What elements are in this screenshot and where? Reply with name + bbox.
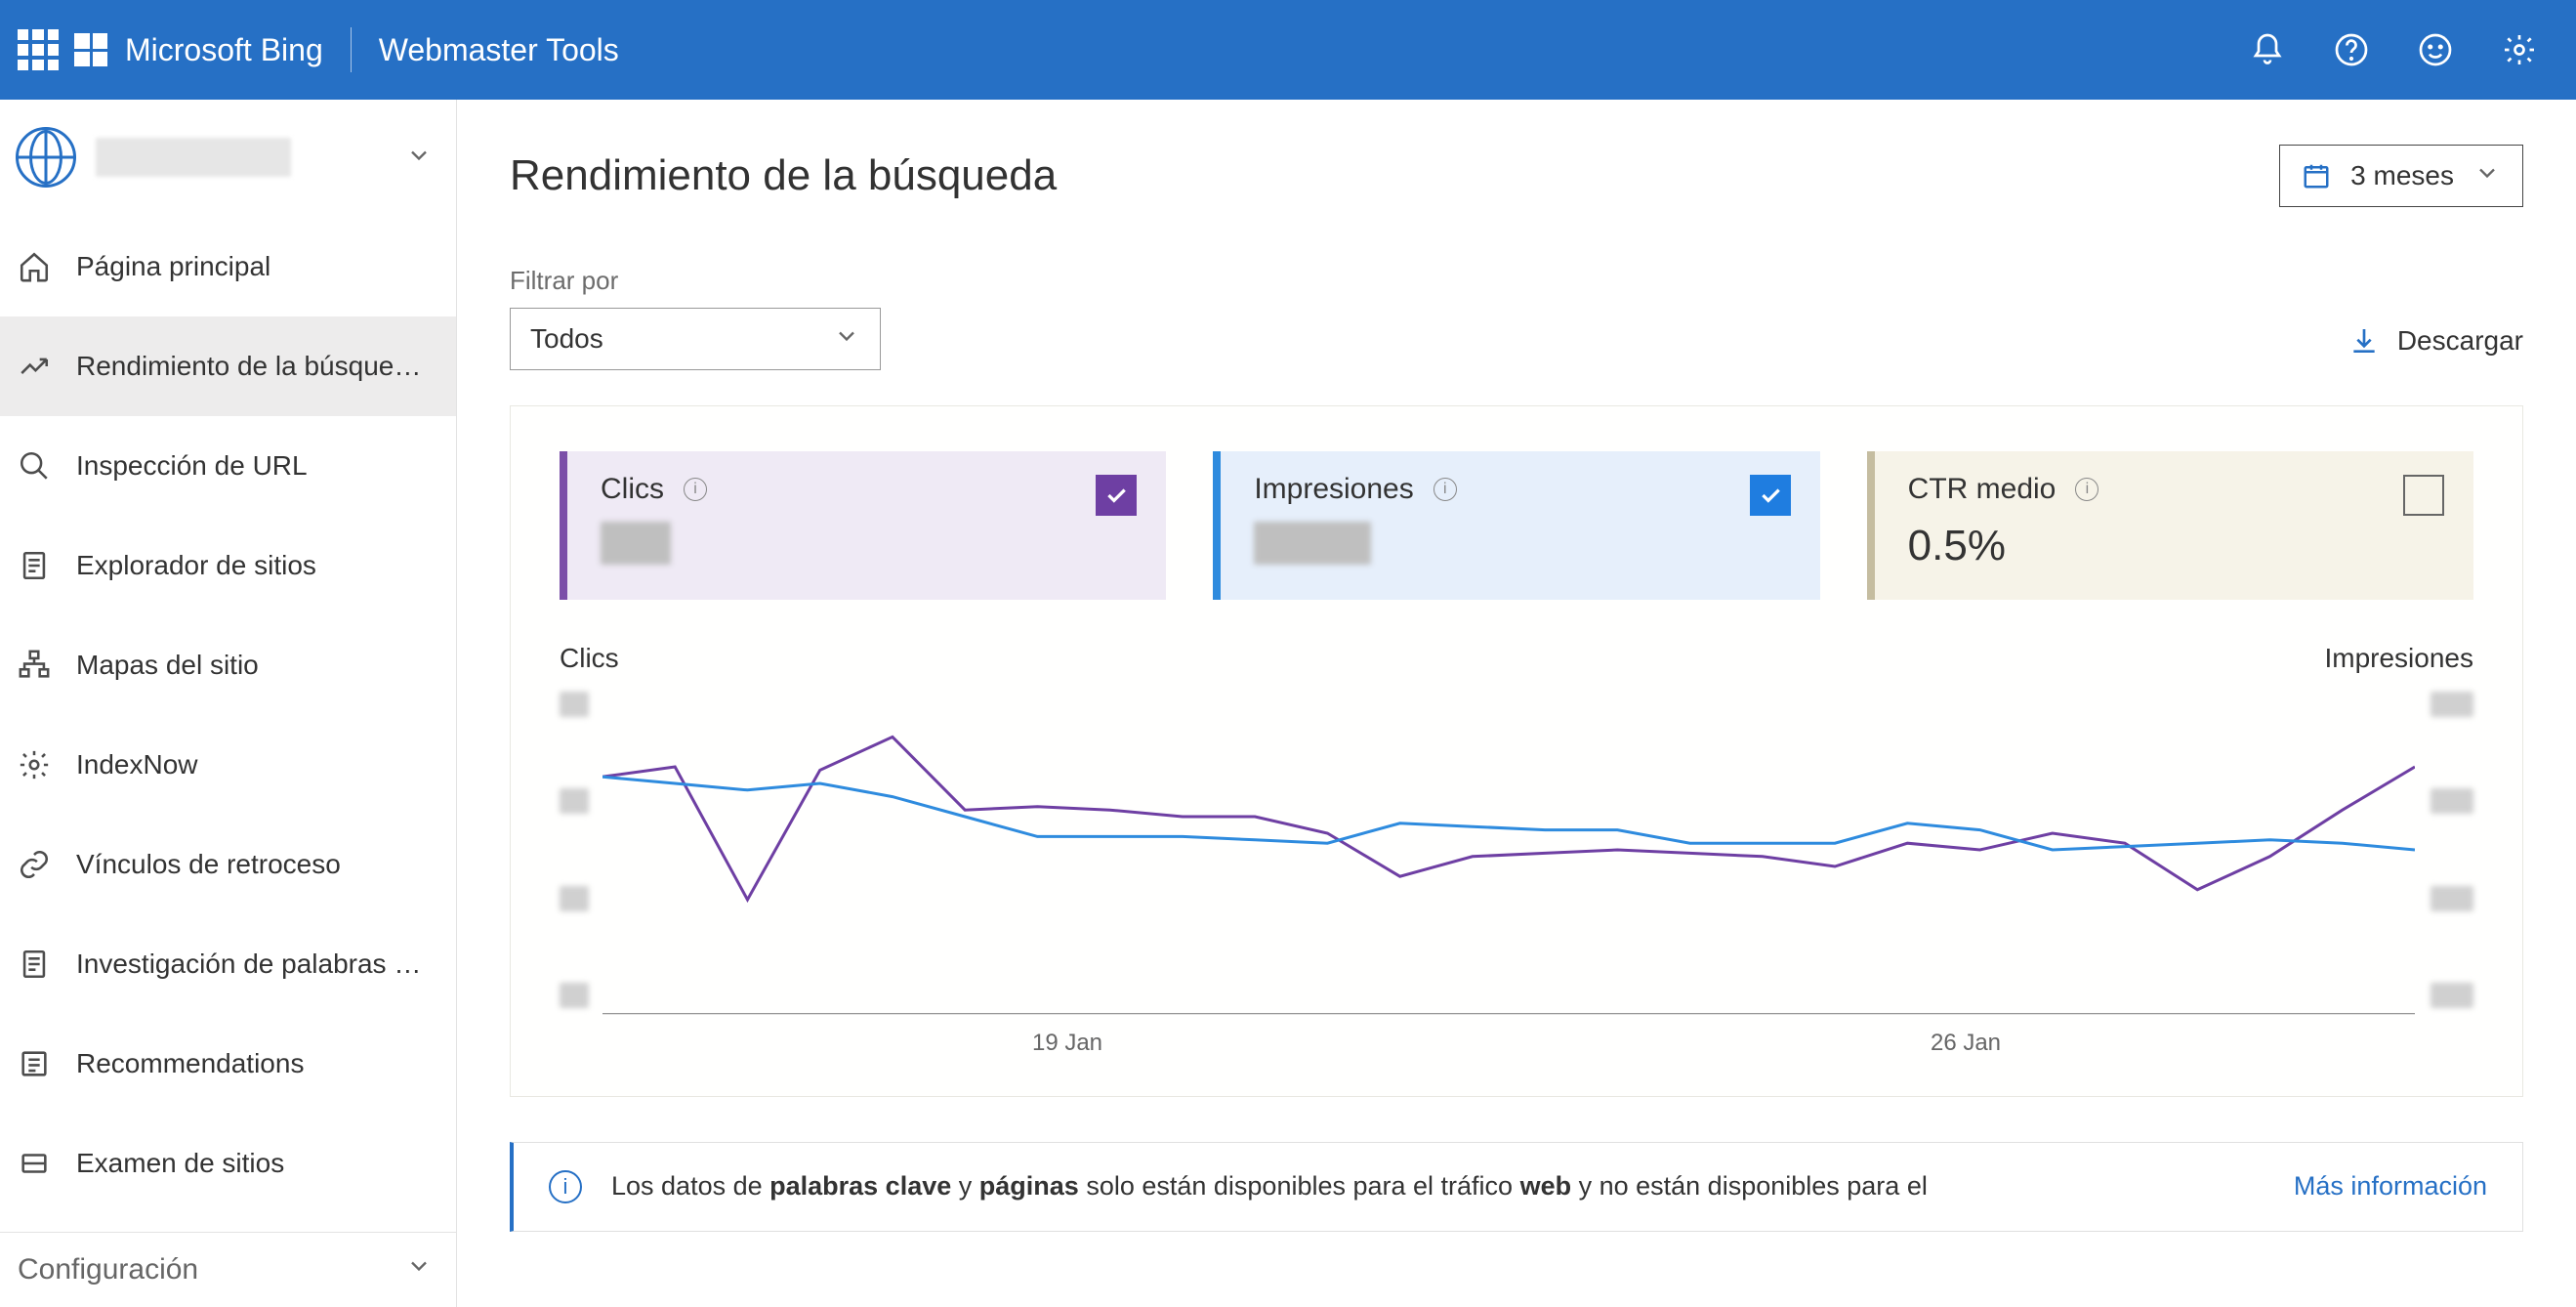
sidebar-item-2[interactable]: Inspección de URL: [0, 416, 456, 516]
filter-label: Filtrar por: [510, 266, 881, 296]
content: Rendimiento de la búsqueda 3 meses Filtr…: [457, 100, 2576, 1307]
nav: Página principal Rendimiento de la búsque…: [0, 217, 456, 1232]
sidebar-item-label: Recommendations: [76, 1048, 304, 1079]
sidebar-item-label: Página principal: [76, 251, 270, 282]
card-impressions[interactable]: Impresiones i: [1213, 451, 1819, 600]
sidebar-item-label: IndexNow: [76, 749, 198, 780]
card-impressions-value-redacted: [1254, 522, 1371, 565]
chevron-down-icon: [405, 142, 433, 174]
sitemap-icon: [18, 649, 51, 682]
config-label: Configuración: [18, 1253, 198, 1286]
gear-icon: [18, 748, 51, 781]
info-icon[interactable]: i: [2075, 478, 2098, 501]
topbar: Microsoft Bing Webmaster Tools: [0, 0, 2576, 100]
more-info-link[interactable]: Más información: [2294, 1171, 2487, 1202]
sidebar-item-5[interactable]: IndexNow: [0, 715, 456, 815]
sidebar-item-9[interactable]: Examen de sitios: [0, 1114, 456, 1213]
help-icon[interactable]: [2334, 32, 2369, 67]
info-banner: i Los datos de palabras clave y páginas …: [510, 1142, 2523, 1232]
app-launcher-icon[interactable]: [18, 29, 59, 70]
info-icon[interactable]: i: [1433, 478, 1457, 501]
info-icon: i: [549, 1170, 582, 1203]
sidebar-item-label: Mapas del sitio: [76, 650, 259, 681]
site-selector[interactable]: [0, 100, 456, 217]
microsoft-logo-icon: [74, 33, 107, 66]
notifications-icon[interactable]: [2250, 32, 2285, 67]
card-ctr-title: CTR medio: [1908, 473, 2057, 506]
filter-value: Todos: [530, 323, 603, 355]
sidebar-item-label: Explorador de sitios: [76, 550, 316, 581]
chevron-down-icon: [2473, 159, 2501, 193]
x-tick: 26 Jan: [1931, 1030, 2001, 1057]
config-section[interactable]: Configuración: [0, 1232, 456, 1307]
sidebar-item-0[interactable]: Página principal: [0, 217, 456, 316]
card-clicks-value-redacted: [601, 522, 671, 565]
sidebar-item-label: Inspección de URL: [76, 450, 308, 482]
doc-icon: [18, 549, 51, 582]
page-title: Rendimiento de la búsqueda: [510, 151, 1057, 200]
chart-plot: [602, 684, 2415, 1016]
performance-panel: Clics i Impresiones i: [510, 405, 2523, 1097]
doc-icon: [18, 948, 51, 981]
chart: [560, 684, 2473, 1016]
date-range-value: 3 meses: [2350, 160, 2454, 191]
card-impressions-checkbox[interactable]: [1750, 475, 1791, 516]
card-clicks[interactable]: Clics i: [560, 451, 1166, 600]
card-ctr[interactable]: CTR medio i 0.5%: [1867, 451, 2473, 600]
trend-icon: [18, 350, 51, 383]
scan-icon: [18, 1147, 51, 1180]
info-banner-message: Los datos de palabras clave y páginas so…: [611, 1168, 2264, 1205]
sidebar-item-6[interactable]: Vínculos de retroceso: [0, 815, 456, 914]
sidebar-item-4[interactable]: Mapas del sitio: [0, 615, 456, 715]
chart-right-axis-label: Impresiones: [2324, 643, 2473, 674]
link-icon: [18, 848, 51, 881]
feedback-icon[interactable]: [2418, 32, 2453, 67]
site-name-redacted: [96, 138, 291, 177]
brand-title: Microsoft Bing: [125, 32, 323, 68]
sidebar-item-label: Examen de sitios: [76, 1148, 284, 1179]
brand-divider: [351, 27, 352, 72]
sidebar-item-3[interactable]: Explorador de sitios: [0, 516, 456, 615]
card-ctr-checkbox[interactable]: [2403, 475, 2444, 516]
globe-icon: [16, 127, 76, 188]
sidebar-item-8[interactable]: Recommendations: [0, 1014, 456, 1114]
download-label: Descargar: [2397, 325, 2523, 357]
card-clicks-checkbox[interactable]: [1096, 475, 1137, 516]
y-axis-left: [560, 684, 602, 1016]
home-icon: [18, 250, 51, 283]
product-title[interactable]: Webmaster Tools: [379, 32, 619, 68]
chevron-down-icon: [405, 1252, 433, 1287]
download-button[interactable]: Descargar: [2348, 325, 2523, 357]
card-clicks-title: Clics: [601, 473, 664, 506]
list-icon: [18, 1047, 51, 1080]
info-icon[interactable]: i: [684, 478, 707, 501]
card-ctr-value: 0.5%: [1908, 522, 2440, 570]
sidebar: Página principal Rendimiento de la búsque…: [0, 100, 457, 1307]
search-icon: [18, 449, 51, 483]
sidebar-item-7[interactable]: Investigación de palabras …: [0, 914, 456, 1014]
y-axis-right: [2415, 684, 2473, 1016]
settings-icon[interactable]: [2502, 32, 2537, 67]
x-axis: 19 Jan 26 Jan: [560, 1030, 2473, 1057]
card-impressions-title: Impresiones: [1254, 473, 1413, 506]
sidebar-item-label: Rendimiento de la búsque…: [76, 351, 421, 382]
x-tick: 19 Jan: [1032, 1030, 1102, 1057]
chevron-down-icon: [833, 322, 860, 357]
sidebar-item-label: Investigación de palabras …: [76, 949, 421, 980]
chart-left-axis-label: Clics: [560, 643, 619, 674]
sidebar-item-1[interactable]: Rendimiento de la búsque…: [0, 316, 456, 416]
date-range-selector[interactable]: 3 meses: [2279, 145, 2523, 207]
calendar-icon: [2302, 161, 2331, 190]
filter-select[interactable]: Todos: [510, 308, 881, 370]
sidebar-item-label: Vínculos de retroceso: [76, 849, 341, 880]
